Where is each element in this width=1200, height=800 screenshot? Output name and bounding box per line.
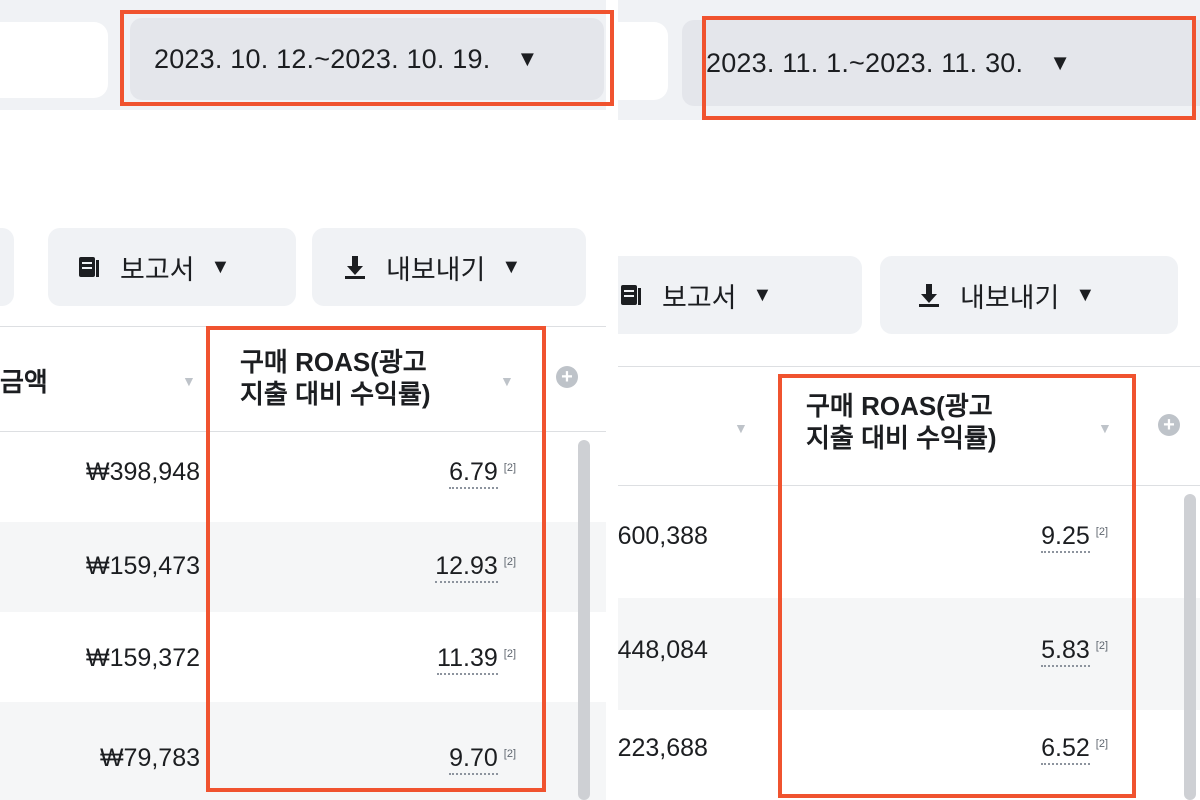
right-search-field[interactable] — [612, 22, 668, 100]
report-icon — [621, 285, 641, 305]
table-row[interactable]: ₩159,473 12.93 [2] — [0, 522, 612, 612]
roas-cell[interactable]: 6.79 [2] — [449, 458, 516, 489]
sort-icon[interactable]: ▼ — [734, 420, 748, 436]
footnote-marker[interactable]: [2] — [504, 748, 516, 760]
caret-down-icon: ▼ — [210, 255, 231, 278]
right-vertical-scrollbar[interactable] — [1184, 494, 1196, 800]
right-roas-header-line2: 지출 대비 수익률) — [806, 423, 997, 453]
caret-down-icon: ▼ — [752, 283, 773, 306]
left-report-label: 보고서 — [120, 254, 195, 285]
table-row[interactable]: ₩159,372 11.39 [2] — [0, 612, 612, 702]
amount-cell: ₩79,783 — [99, 744, 200, 772]
amount-cell: ₩159,372 — [86, 644, 200, 672]
left-export-label: 내보내기 — [386, 254, 486, 285]
add-column-icon[interactable]: + — [1158, 414, 1180, 436]
roas-cell[interactable]: 5.83 [2] — [1041, 636, 1108, 667]
roas-cell[interactable]: 11.39 [2] — [437, 644, 516, 675]
right-report-label: 보고서 — [662, 282, 737, 313]
left-date-range-label: 2023. 10. 12.~2023. 10. 19. — [154, 43, 491, 74]
caret-down-icon: ▼ — [516, 46, 539, 71]
amount-cell: ₩600,388 — [612, 522, 708, 550]
left-toolbar-button-partial[interactable] — [0, 228, 14, 306]
amount-cell: ₩398,948 — [86, 458, 200, 486]
left-roas-header-line2: 지출 대비 수익률) — [240, 379, 431, 409]
left-amount-header[interactable]: 금액 — [0, 362, 48, 399]
right-export-label: 내보내기 — [960, 282, 1060, 313]
download-icon — [919, 284, 939, 307]
left-export-button[interactable]: 내보내기 ▼ — [312, 228, 586, 306]
left-report-panel: 2023. 10. 12.~2023. 10. 19. ▼ 보고서 ▼ 내보내기… — [0, 0, 612, 800]
caret-down-icon: ▼ — [1075, 283, 1096, 306]
right-export-button[interactable]: 내보내기 ▼ — [880, 256, 1178, 334]
table-row[interactable]: ₩448,084 5.83[2] — [612, 598, 1200, 710]
left-search-field[interactable] — [0, 22, 108, 98]
table-row[interactable]: ₩600,388 9.25[2] — [612, 486, 1200, 598]
download-icon — [345, 256, 365, 279]
report-icon — [79, 257, 99, 277]
footnote-marker[interactable]: [2] — [504, 462, 516, 474]
roas-cell[interactable]: 9.70 [2] — [449, 744, 516, 775]
roas-cell[interactable]: 6.52 [2] — [1041, 734, 1108, 765]
caret-down-icon: ▼ — [1049, 50, 1072, 75]
right-date-range-picker[interactable]: 2023. 11. 1.~2023. 11. 30. ▼ — [682, 20, 1200, 106]
left-roas-header[interactable]: 구매 ROAS(광고 지출 대비 수익률) — [240, 346, 431, 410]
panel-divider — [606, 0, 618, 800]
table-row[interactable]: ₩223,688 6.52[2] — [612, 710, 1200, 800]
caret-down-icon: ▼ — [501, 255, 522, 278]
left-report-button[interactable]: 보고서 ▼ — [48, 228, 296, 306]
add-column-icon[interactable]: + — [556, 366, 578, 388]
table-row[interactable]: ₩398,948 6.79 [2] — [0, 432, 612, 522]
roas-cell[interactable]: 12.93 [2] — [435, 552, 516, 583]
left-filter-card — [0, 112, 586, 222]
right-report-button[interactable]: 보고서 ▼ — [612, 256, 862, 334]
footnote-marker[interactable]: [2] — [504, 648, 516, 660]
left-date-range-picker[interactable]: 2023. 10. 12.~2023. 10. 19. ▼ — [130, 18, 604, 100]
right-report-panel: 2023. 11. 1.~2023. 11. 30. ▼ 보고서 ▼ 내보내기 … — [612, 0, 1200, 800]
footnote-marker[interactable]: [2] — [1096, 640, 1108, 652]
sort-icon[interactable]: ▼ — [1098, 420, 1112, 436]
right-date-range-label: 2023. 11. 1.~2023. 11. 30. — [706, 47, 1024, 78]
right-roas-header-line1: 구매 ROAS(광고 — [806, 391, 993, 421]
footnote-marker[interactable]: [2] — [1096, 526, 1108, 538]
sort-icon[interactable]: ▼ — [182, 373, 196, 389]
sort-icon[interactable]: ▼ — [500, 373, 514, 389]
left-roas-header-line1: 구매 ROAS(광고 — [240, 347, 427, 377]
table-row[interactable]: ₩79,783 9.70 [2] — [0, 702, 612, 800]
right-roas-header[interactable]: 구매 ROAS(광고 지출 대비 수익률) — [806, 390, 997, 454]
amount-cell: ₩448,084 — [612, 636, 708, 664]
footnote-marker[interactable]: [2] — [504, 556, 516, 568]
amount-cell: ₩223,688 — [612, 734, 708, 762]
left-vertical-scrollbar[interactable] — [578, 440, 590, 800]
right-filter-card — [612, 122, 1200, 244]
amount-cell: ₩159,473 — [86, 552, 200, 580]
roas-cell[interactable]: 9.25 [2] — [1041, 522, 1108, 553]
footnote-marker[interactable]: [2] — [1096, 738, 1108, 750]
